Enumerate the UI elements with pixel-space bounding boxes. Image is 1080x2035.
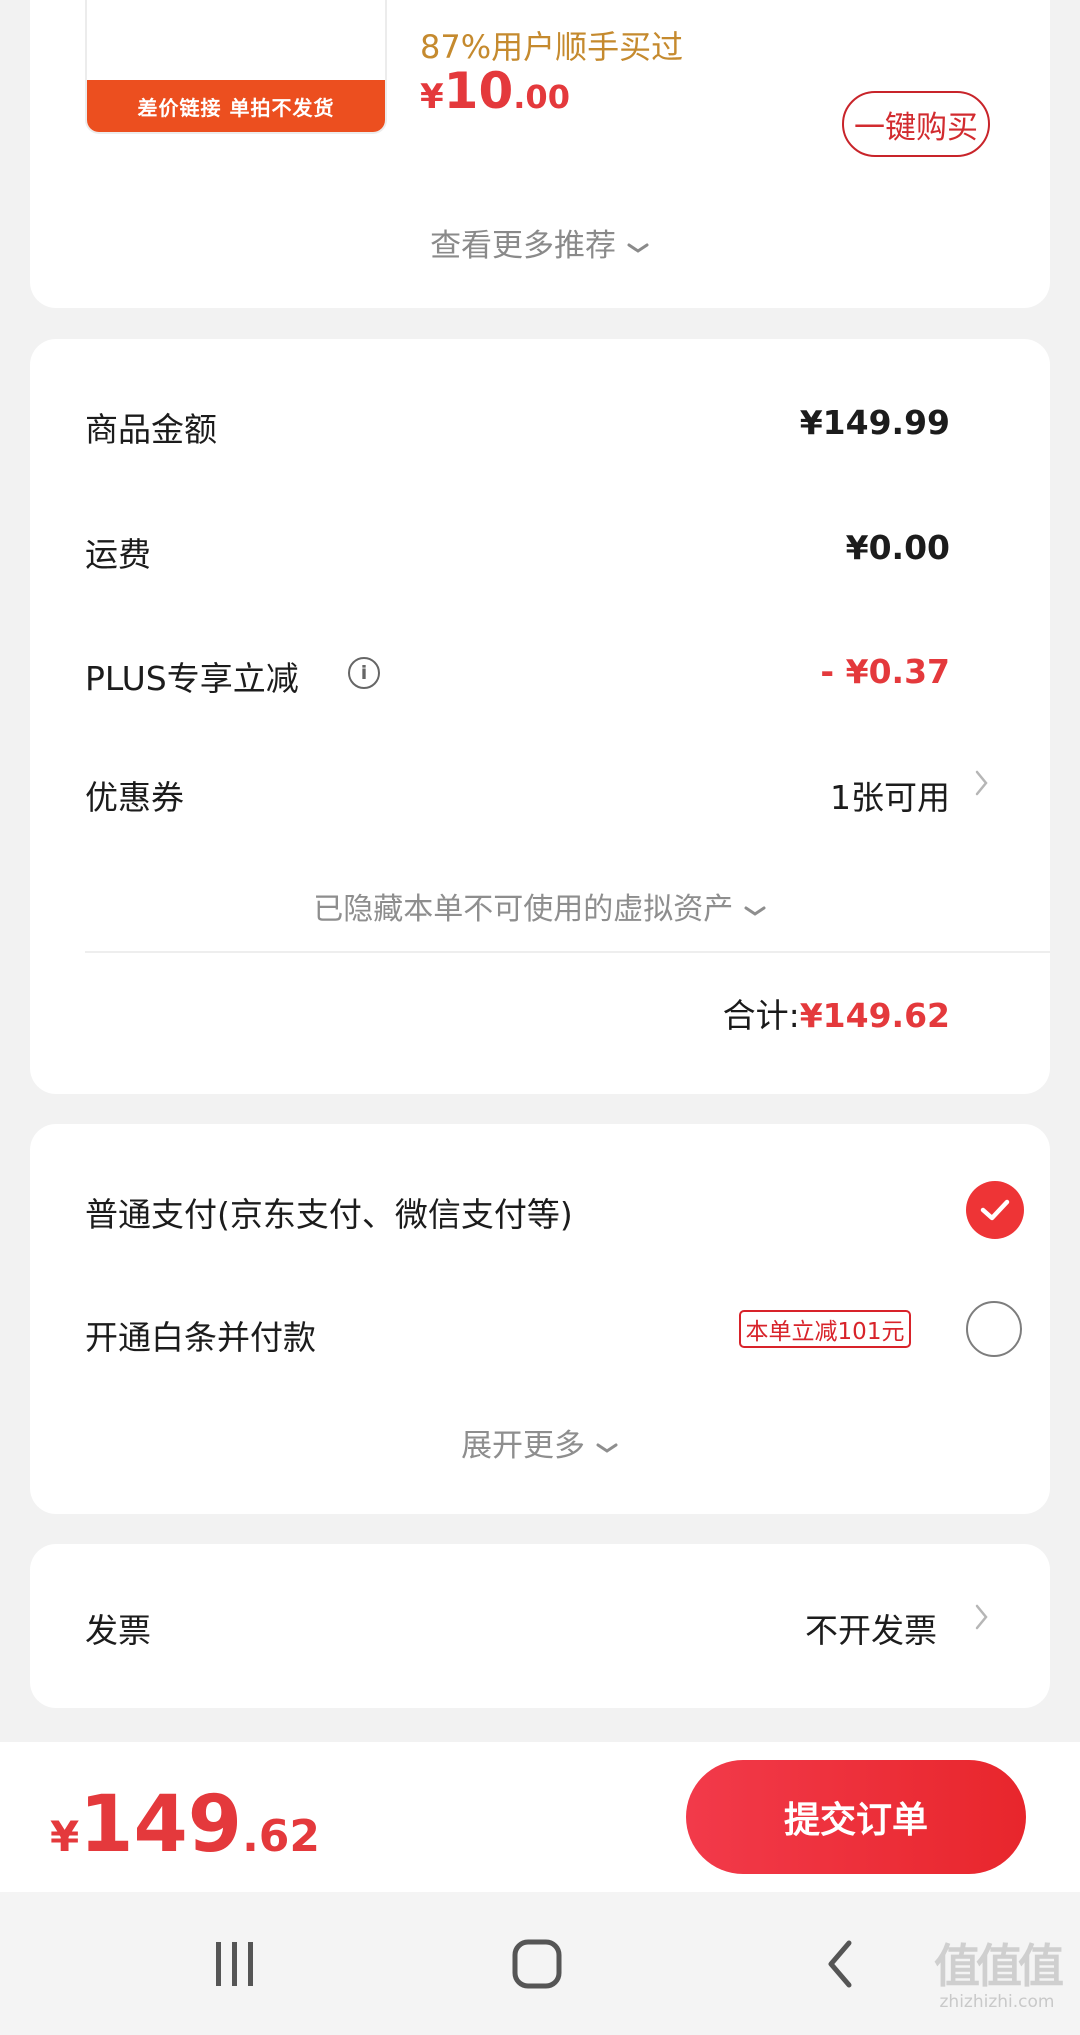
see-more-recommendations[interactable]: 查看更多推荐 (30, 220, 1050, 265)
total-currency: ¥ (50, 1812, 80, 1861)
radio-unselected-icon[interactable] (966, 1301, 1022, 1357)
recommendation-product-image[interactable]: 差价链接 单拍不发货 (85, 0, 387, 134)
price-currency: ¥ (420, 77, 444, 117)
chevron-right-icon (974, 1601, 990, 1641)
submit-order-button[interactable]: 提交订单 (686, 1760, 1026, 1874)
info-icon[interactable]: i (348, 657, 380, 689)
total-label: 合计: (722, 996, 800, 1035)
watermark-logo: 值值值 (934, 1939, 1064, 1993)
payable-total: ¥149.62 (50, 1780, 320, 1870)
baitiao-discount-badge: 本单立减101元 (739, 1310, 911, 1348)
chevron-down-icon (595, 1428, 619, 1464)
price-decimal: .00 (513, 78, 570, 116)
normal-payment-label: 普通支付(京东支付、微信支付等) (85, 1195, 573, 1234)
recommendation-price: ¥10.00 (420, 62, 570, 120)
order-total: 合计:¥149.62 (723, 989, 950, 1037)
home-icon[interactable] (457, 1892, 617, 2035)
chevron-right-icon (974, 767, 990, 807)
system-navigation-bar (0, 1892, 1080, 2035)
goods-amount-value: ¥149.99 (799, 403, 950, 442)
see-more-label: 查看更多推荐 (430, 228, 617, 264)
expand-more-payments[interactable]: 展开更多 (30, 1420, 1050, 1465)
watermark: 值值值 zhizhizhi.com (922, 1930, 1072, 2012)
one-click-buy-button[interactable]: 一键购买 (842, 91, 990, 157)
total-decimal: .62 (242, 1811, 321, 1862)
hidden-virtual-assets-toggle[interactable]: 已隐藏本单不可使用的虚拟资产 (30, 884, 1050, 928)
total-integer: 149 (79, 1780, 243, 1870)
coupon-label: 优惠券 (85, 778, 184, 817)
plus-discount-value: - ¥0.37 (820, 652, 950, 691)
recommendation-card: 差价链接 单拍不发货 87%用户顺手买过 ¥10.00 一键购买 查看更多推荐 (30, 0, 1050, 308)
recent-apps-icon[interactable] (155, 1892, 315, 2035)
baitiao-payment-label: 开通白条并付款 (85, 1318, 316, 1357)
invoice-label: 发票 (85, 1611, 151, 1650)
expand-more-label: 展开更多 (461, 1428, 586, 1464)
amount-summary-card: 商品金额 ¥149.99 运费 ¥0.00 PLUS专享立减 i - ¥0.37… (30, 339, 1050, 1094)
product-image-strip: 差价链接 单拍不发货 (87, 80, 385, 132)
payment-method-card: 普通支付(京东支付、微信支付等) 开通白条并付款 本单立减101元 展开更多 (30, 1124, 1050, 1514)
plus-discount-label: PLUS专享立减 (85, 659, 299, 698)
invoice-value: 不开发票 (805, 1611, 937, 1650)
goods-amount-label: 商品金额 (85, 410, 217, 449)
back-icon[interactable] (760, 1892, 920, 2035)
price-integer: 10 (443, 62, 514, 120)
submit-bar: ¥149.62 提交订单 (0, 1742, 1080, 1892)
watermark-text: zhizhizhi.com (939, 1992, 1055, 2012)
shipping-label: 运费 (85, 535, 151, 574)
chevron-down-icon (626, 228, 650, 264)
invoice-card[interactable]: 发票 不开发票 (30, 1544, 1050, 1708)
divider (85, 951, 1050, 953)
coupon-value: 1张可用 (830, 778, 950, 817)
checkmark-selected-icon[interactable] (966, 1181, 1024, 1239)
total-value: ¥149.62 (799, 996, 950, 1035)
hidden-assets-label: 已隐藏本单不可使用的虚拟资产 (313, 892, 734, 927)
chevron-down-icon (743, 892, 767, 927)
shipping-value: ¥0.00 (845, 528, 950, 567)
